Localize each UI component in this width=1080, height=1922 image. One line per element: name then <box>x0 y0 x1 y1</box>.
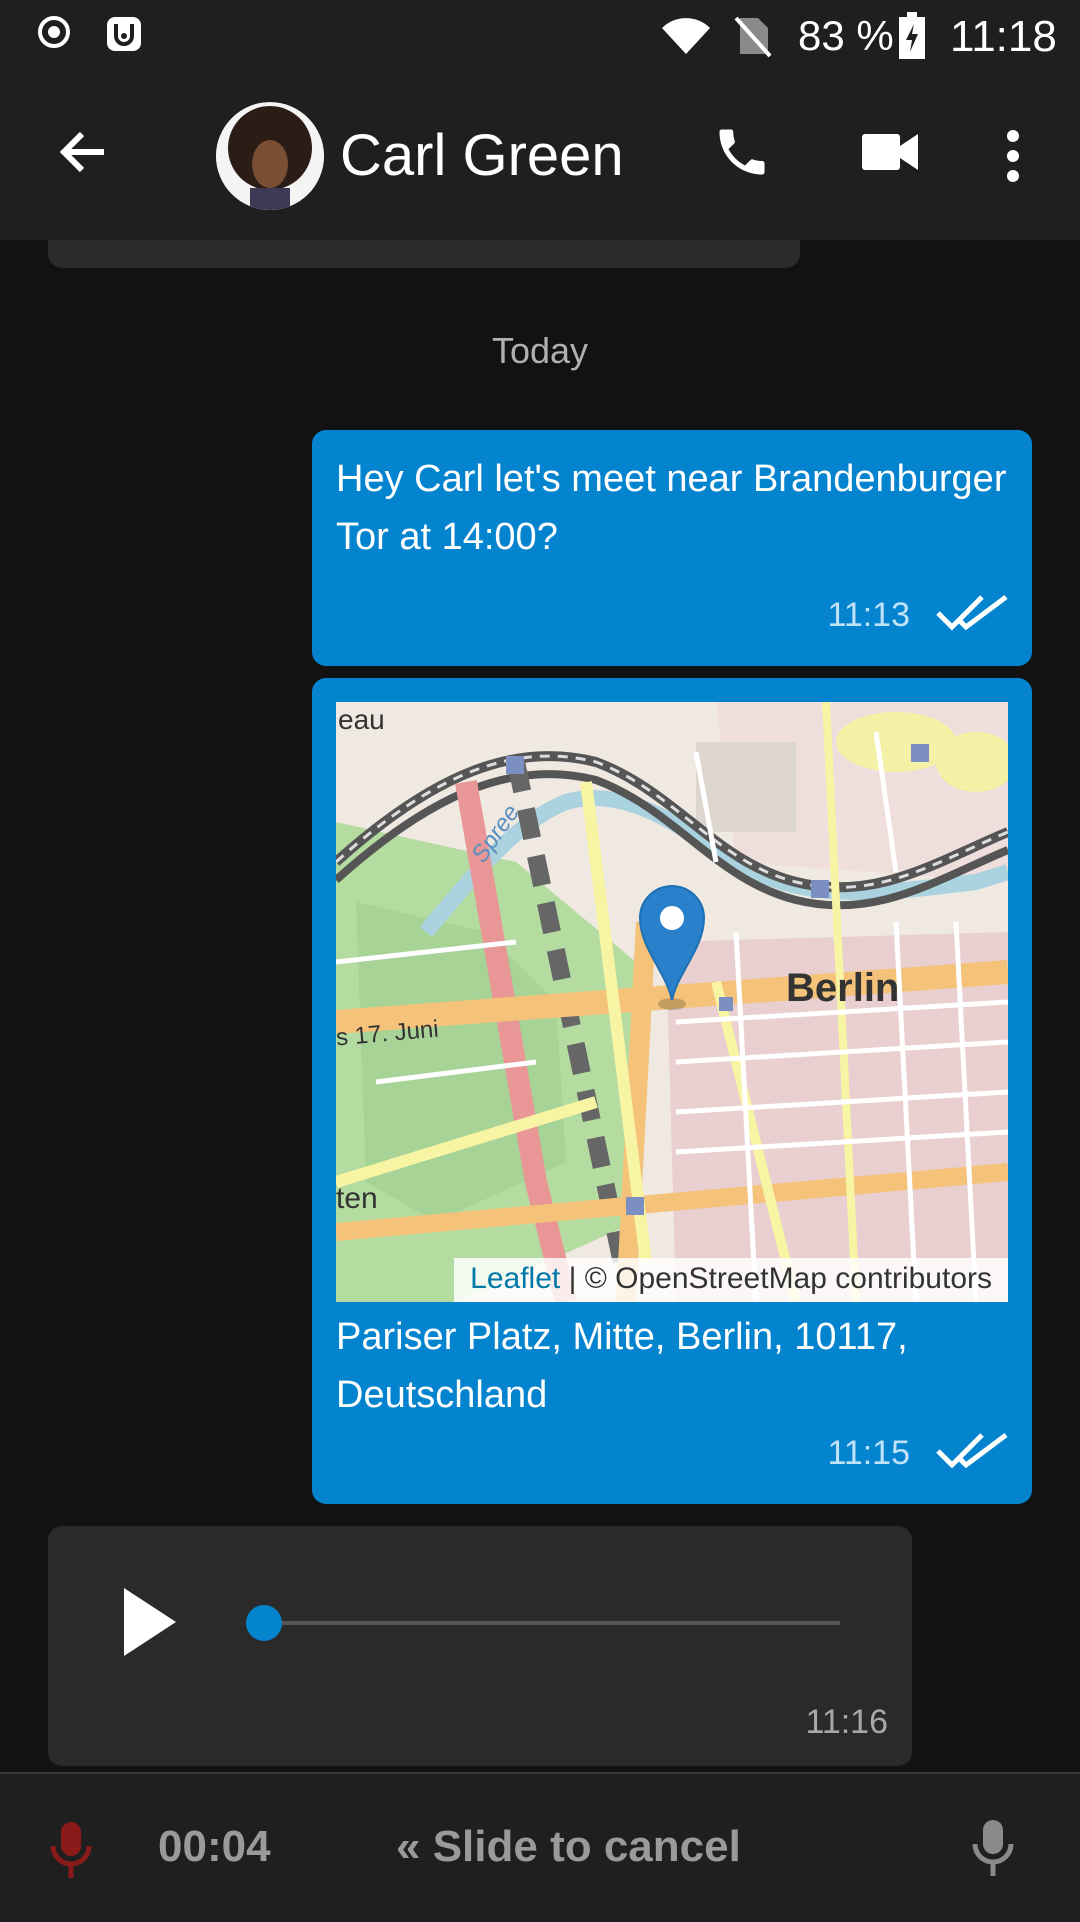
play-icon[interactable] <box>120 1584 180 1665</box>
contact-name[interactable]: Carl Green <box>340 122 624 189</box>
audio-seek-thumb[interactable] <box>246 1605 282 1641</box>
audio-seek-track[interactable] <box>264 1621 840 1625</box>
date-separator: Today <box>491 330 589 371</box>
mic-icon[interactable] <box>970 1818 1016 1883</box>
conversation-app-bar: Carl Green <box>0 72 1080 240</box>
message-bubble-outgoing[interactable]: Hey Carl let's meet near Brandenburger T… <box>312 430 1032 666</box>
map-attribution: Leaflet | © OpenStreetMap contributors <box>454 1258 1008 1302</box>
location-message-bubble[interactable]: Spree s 17. Juni eau ten Berlin Leaflet … <box>312 678 1032 1504</box>
back-arrow-icon[interactable] <box>54 124 110 185</box>
message-time: 11:15 <box>827 1434 910 1472</box>
message-text: Hey Carl let's meet near Brandenburger T… <box>336 458 1007 558</box>
osm-attribution-text: | © OpenStreetMap contributors <box>560 1262 992 1295</box>
more-vert-icon[interactable] <box>1000 128 1026 189</box>
leaflet-link[interactable]: Leaflet <box>470 1262 560 1295</box>
message-meta: 11:15 <box>827 1431 1008 1476</box>
map-city-label: Berlin <box>786 966 900 1010</box>
recording-mic-icon <box>48 1820 94 1885</box>
map-pin-icon[interactable] <box>636 882 708 1007</box>
map-partial-label-top: eau <box>338 704 385 735</box>
message-meta: 11:13 <box>827 593 1008 638</box>
video-camera-icon[interactable] <box>860 130 920 179</box>
previous-message-bubble[interactable] <box>48 240 800 268</box>
status-bar: 83 % 11:18 <box>0 0 1080 72</box>
message-list[interactable]: Today Hey Carl let's meet near Brandenbu… <box>0 240 1080 1770</box>
phone-icon[interactable] <box>712 122 772 187</box>
avatar[interactable] <box>216 102 324 210</box>
map-preview[interactable]: Spree s 17. Juni eau ten Berlin Leaflet … <box>336 702 1008 1302</box>
message-time: 11:13 <box>827 596 910 634</box>
double-check-icon <box>936 1431 1008 1476</box>
no-sim-icon <box>732 14 772 63</box>
record-icon <box>36 14 72 55</box>
battery-charging-icon <box>898 12 926 65</box>
recording-timer: 00:04 <box>158 1822 271 1871</box>
message-time: 11:16 <box>805 1703 888 1741</box>
voice-recording-bar: 00:04 « Slide to cancel <box>0 1772 1080 1922</box>
slide-to-cancel-label[interactable]: « Slide to cancel <box>396 1822 741 1872</box>
audio-message-bubble[interactable]: 11:16 <box>48 1526 912 1766</box>
wifi-icon <box>660 16 712 61</box>
map-partial-label-left: ten <box>336 1182 378 1215</box>
notification-app-icon <box>104 14 144 59</box>
location-address: Pariser Platz, Mitte, Berlin, 10117, Deu… <box>336 1316 908 1416</box>
status-clock: 11:18 <box>950 12 1057 61</box>
battery-percentage: 83 % <box>798 12 894 59</box>
double-check-icon <box>936 593 1008 638</box>
